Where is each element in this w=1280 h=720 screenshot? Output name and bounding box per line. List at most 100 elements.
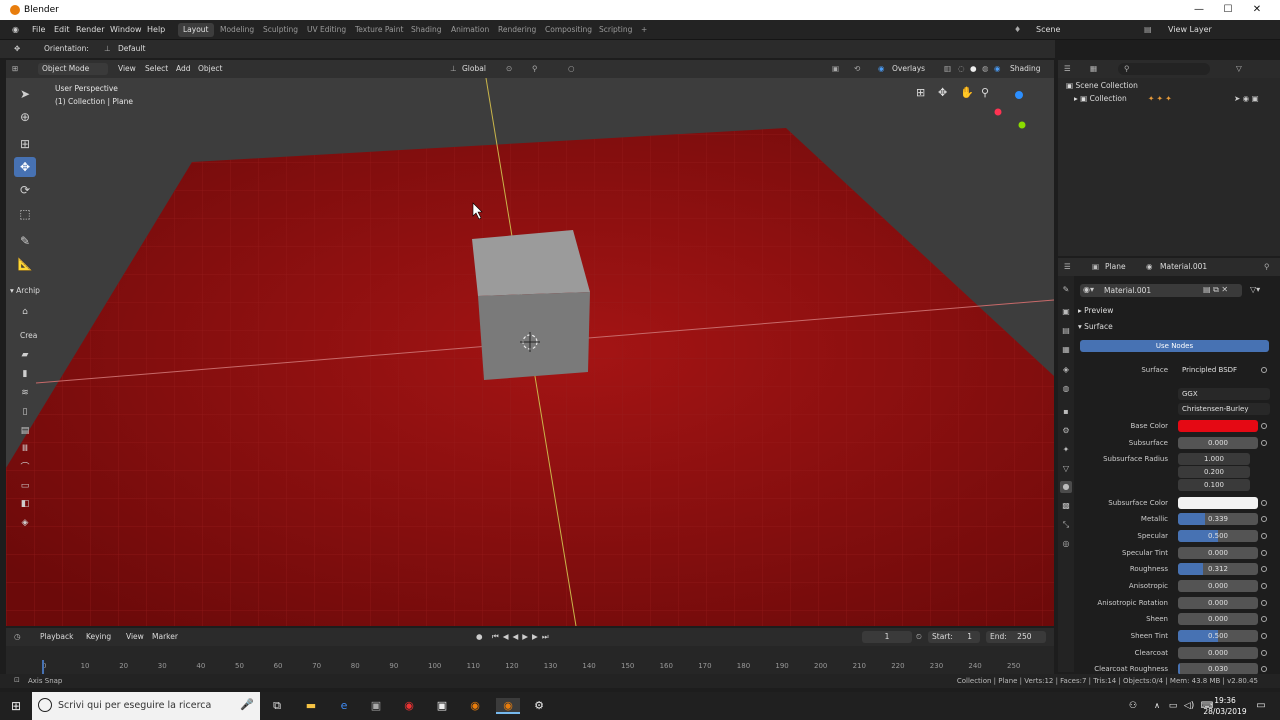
clock-date[interactable]: 28/03/2019 [1200, 707, 1250, 716]
tab-compositing[interactable]: Compositing [540, 23, 597, 37]
material-tab-icon[interactable]: ● [1060, 481, 1072, 493]
transform-orientation-dropdown[interactable]: Global [462, 63, 486, 75]
notifications-icon[interactable]: ▭ [1252, 698, 1270, 714]
volume-icon[interactable]: ◁) [1180, 698, 1198, 714]
measure-tool-icon[interactable]: 📐 [14, 254, 36, 274]
archipack-icon[interactable]: ⌂ [14, 302, 36, 322]
property-socket-icon[interactable] [1261, 516, 1267, 522]
door-tool-icon[interactable]: ▮ [14, 364, 36, 384]
view-layer-tab-icon[interactable]: ▦ [1060, 344, 1072, 356]
record-button[interactable]: ● [476, 631, 483, 643]
clock-time[interactable]: 19:36 [1210, 696, 1240, 705]
filter-icon[interactable]: ▽ [1236, 63, 1242, 75]
gizmo-z-axis-icon[interactable] [1015, 91, 1023, 99]
property-value-field[interactable]: 0.000 [1178, 647, 1258, 659]
task-view-icon[interactable]: ⧉ [268, 698, 286, 714]
scale-tool-icon[interactable]: ⬚ [14, 204, 36, 224]
slab-tool-icon[interactable]: ◧ [14, 494, 36, 514]
surface-panel-header[interactable]: ▾ Surface [1078, 322, 1113, 331]
modifier-tab-icon[interactable]: ⚙ [1060, 425, 1072, 437]
blender-taskbar-icon[interactable]: ◉ [466, 698, 484, 714]
property-socket-icon[interactable] [1261, 500, 1267, 506]
view-layer-selector[interactable]: View Layer [1168, 25, 1212, 34]
menu-help[interactable]: Help [147, 25, 165, 34]
window-tool-icon[interactable]: ▯ [14, 402, 36, 422]
blender-menu-icon[interactable]: ◉ [12, 25, 19, 34]
property-value-field[interactable]: 0.500 [1178, 630, 1258, 642]
shading-solid-icon[interactable]: ● [970, 63, 977, 75]
constraints-tab-icon[interactable]: ⤡ [1060, 519, 1072, 531]
property-value-field[interactable]: 0.000 [1178, 580, 1258, 592]
menu-file[interactable]: File [32, 25, 45, 34]
fence-tool-icon[interactable]: ▤ [14, 421, 36, 441]
surface-socket-icon[interactable] [1261, 367, 1267, 373]
world-tab-icon[interactable]: ◍ [1060, 383, 1072, 395]
pan-hand-icon[interactable]: ✋ [960, 86, 974, 99]
visibility-icon[interactable]: ▣ [832, 63, 839, 75]
property-socket-icon[interactable] [1261, 616, 1267, 622]
object-tab-icon[interactable]: ▪ [1060, 406, 1072, 418]
tab-scripting[interactable]: Scripting [594, 23, 637, 37]
material-actions-icon[interactable]: ▤ ⧉ ✕ [1203, 285, 1228, 295]
close-button[interactable]: ✕ [1244, 2, 1270, 18]
preview-panel-header[interactable]: ▸ Preview [1078, 306, 1113, 315]
tab-texture-paint[interactable]: Texture Paint [350, 23, 408, 37]
properties-editor-icon[interactable]: ☰ [1064, 261, 1071, 273]
maximize-button[interactable]: ☐ [1215, 2, 1241, 18]
archipack-panel-title[interactable]: ▾ Archip [10, 286, 44, 295]
playback-controls[interactable]: ⏮◀◀▶▶⏭ [492, 631, 553, 643]
data-tab-icon[interactable]: ◎ [1060, 538, 1072, 550]
base-color-swatch[interactable] [1178, 420, 1258, 432]
timeline-view-menu[interactable]: View [126, 631, 144, 643]
start-frame-field[interactable]: Start: 1 [928, 631, 980, 643]
file-explorer-icon[interactable]: ▬ [302, 698, 320, 714]
camera-view-icon[interactable]: ⊞ [916, 86, 925, 99]
property-value-field[interactable]: 0.000 [1178, 613, 1258, 625]
toggle-camera-icon[interactable]: ✥ [938, 86, 947, 99]
physics-tab-icon[interactable]: ▽ [1060, 463, 1072, 475]
overlays-dropdown[interactable]: Overlays [892, 63, 925, 75]
material-filter-icon[interactable]: ▽▾ [1250, 285, 1260, 294]
overlays-icon[interactable]: ◉ [878, 63, 885, 75]
timeline-editor-icon[interactable]: ◷ [14, 631, 21, 643]
subsurface-method-dropdown[interactable]: Christensen-Burley [1178, 403, 1270, 415]
property-socket-icon[interactable] [1261, 633, 1267, 639]
property-socket-icon[interactable] [1261, 600, 1267, 606]
scene-selector[interactable]: Scene [1036, 25, 1060, 34]
rotate-tool-icon[interactable]: ⟳ [14, 180, 36, 200]
collection-visibility-icon[interactable]: ➤ ◉ ▣ [1234, 94, 1259, 103]
proportional-edit-icon[interactable]: ○ [568, 63, 575, 75]
property-value-field[interactable]: 0.000 [1178, 547, 1258, 559]
add-workspace-button[interactable]: + [636, 23, 652, 37]
store-icon[interactable]: ▣ [367, 698, 385, 714]
outliner-editor-icon[interactable]: ☰ [1064, 63, 1071, 75]
people-icon[interactable]: ⚇ [1124, 698, 1142, 714]
menu-object[interactable]: Object [198, 63, 222, 75]
minimize-button[interactable]: — [1186, 2, 1212, 18]
property-socket-icon[interactable] [1261, 583, 1267, 589]
select-tool-icon[interactable]: ➤ [14, 84, 36, 104]
cursor-tool-icon[interactable]: ⊕ [14, 107, 36, 127]
property-socket-icon[interactable] [1261, 666, 1267, 672]
property-socket-icon[interactable] [1261, 440, 1267, 446]
texture-tab-icon[interactable]: ▩ [1060, 500, 1072, 512]
tab-sculpting[interactable]: Sculpting [258, 23, 303, 37]
output-tab-icon[interactable]: ▤ [1060, 325, 1072, 337]
truss-tool-icon[interactable]: ◈ [14, 513, 36, 533]
display-mode-icon[interactable]: ▦ [1090, 63, 1097, 75]
mode-dropdown[interactable]: Object Mode [38, 63, 108, 75]
base-color-socket-icon[interactable] [1261, 423, 1267, 429]
property-value-field[interactable]: 1.000 [1178, 453, 1250, 465]
playback-menu[interactable]: Playback [40, 631, 73, 643]
media-icon[interactable]: ▣ [433, 698, 451, 714]
menu-window[interactable]: Window [110, 25, 142, 34]
menu-render[interactable]: Render [76, 25, 104, 34]
move-all-tool-icon[interactable]: ⊞ [14, 134, 36, 154]
surface-shader-field[interactable]: Principled BSDF [1178, 364, 1258, 376]
annotate-tool-icon[interactable]: ✎ [14, 231, 36, 251]
settings-taskbar-icon[interactable]: ⚙ [530, 698, 548, 714]
shading-dropdown[interactable]: Shading [1010, 63, 1040, 75]
tool-tab-icon[interactable]: ✎ [1060, 284, 1072, 296]
scene-collection-row[interactable]: ▣ Scene Collection [1066, 81, 1138, 90]
property-value-field[interactable]: 0.312 [1178, 563, 1258, 575]
